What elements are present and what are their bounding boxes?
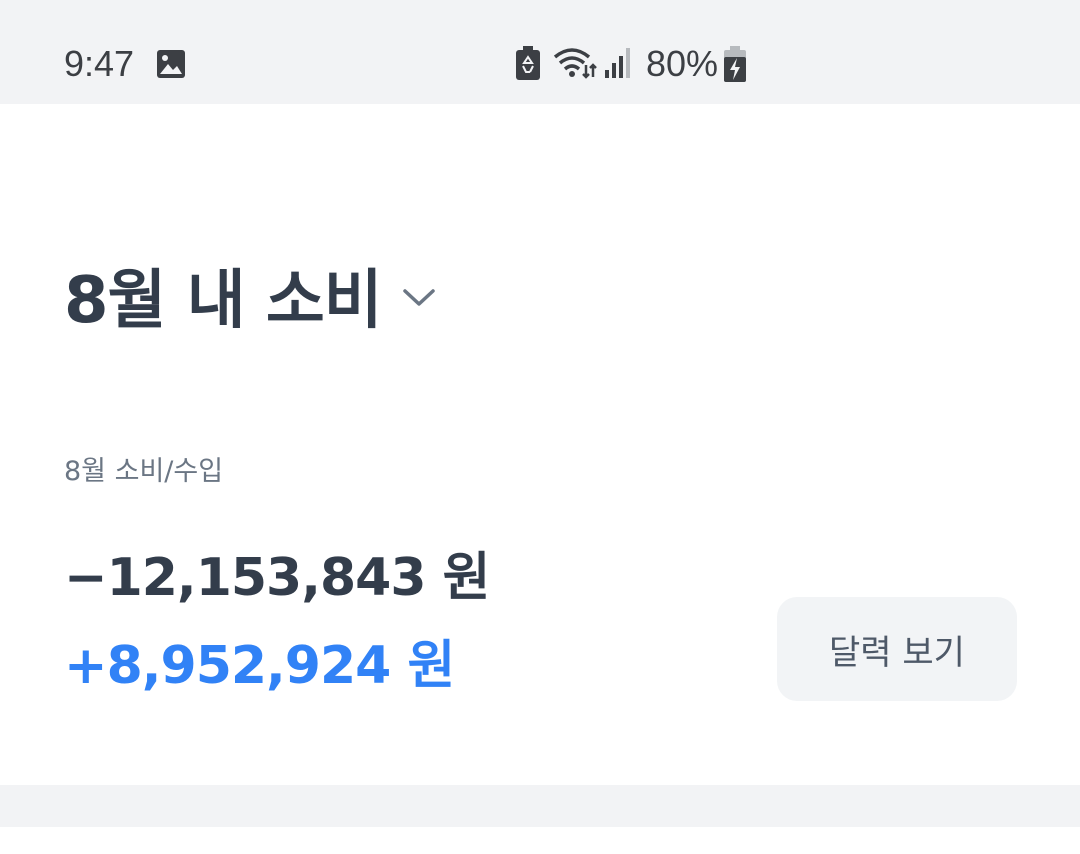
calendar-view-button[interactable]: 달력 보기	[777, 597, 1017, 701]
battery-percent: 80%	[646, 43, 719, 84]
battery-charging-icon	[724, 46, 746, 82]
gallery-icon	[157, 50, 185, 78]
recycle-icon	[516, 46, 540, 80]
section-divider	[0, 785, 1080, 827]
signal-icon	[605, 48, 630, 78]
income-amount: +8,952,924 원	[64, 636, 455, 696]
summary-label: 8월 소비/수입	[64, 456, 224, 487]
status-bar: 9:47 80%	[0, 0, 1080, 104]
month-selector[interactable]: 8월 내 소비	[64, 255, 436, 338]
status-time: 9:47	[64, 43, 135, 84]
expense-amount: −12,153,843 원	[64, 548, 490, 608]
wifi-icon	[553, 48, 597, 79]
page-title: 8월 내 소비	[64, 264, 383, 338]
chevron-down-icon[interactable]	[402, 288, 436, 308]
